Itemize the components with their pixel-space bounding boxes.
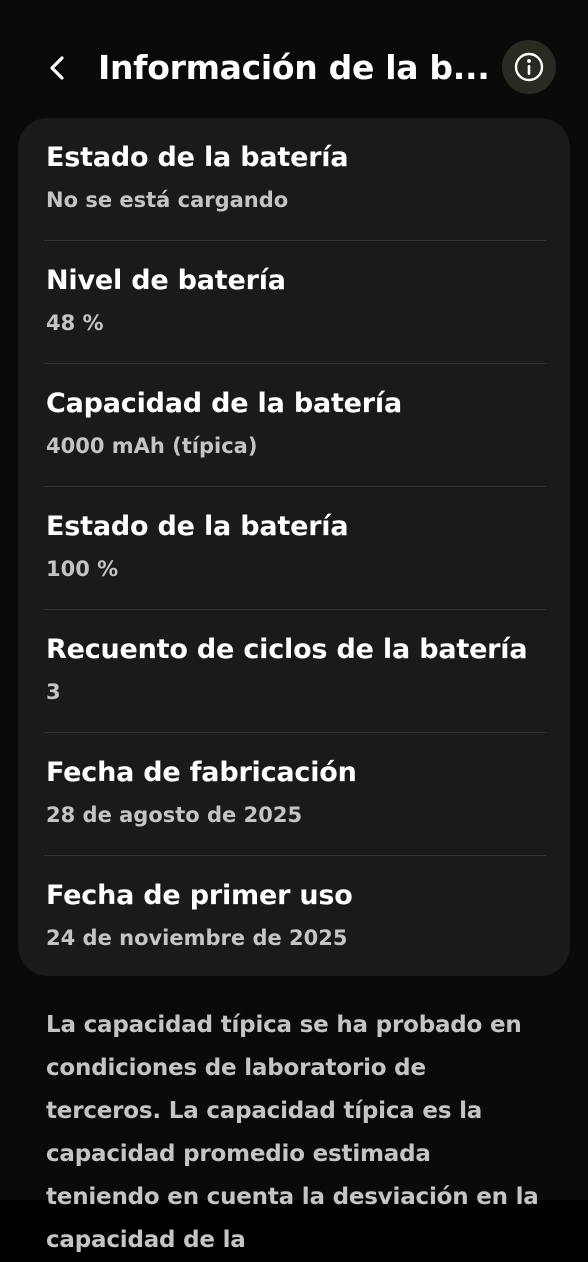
row-title: Capacidad de la batería [46, 388, 402, 419]
first-use-date-row[interactable]: Fecha de primer uso 24 de noviembre de 2… [18, 856, 570, 976]
row-title: Fecha de fabricación [46, 757, 357, 788]
row-value: 48 % [46, 311, 104, 335]
row-title: Estado de la batería [46, 511, 349, 542]
battery-health-row[interactable]: Estado de la batería 100 % [18, 487, 570, 610]
row-title: Estado de la batería [46, 142, 349, 173]
row-title: Nivel de batería [46, 265, 286, 296]
app-header: Información de la b... [0, 0, 588, 134]
row-value: 3 [46, 680, 61, 704]
info-circle-icon [514, 52, 544, 82]
row-title: Fecha de primer uso [46, 880, 353, 911]
battery-capacity-row[interactable]: Capacidad de la batería 4000 mAh (típica… [18, 364, 570, 487]
battery-level-row[interactable]: Nivel de batería 48 % [18, 241, 570, 364]
cycle-count-row[interactable]: Recuento de ciclos de la batería 3 [18, 610, 570, 733]
battery-status-row[interactable]: Estado de la batería No se está cargando [18, 118, 570, 241]
page-title: Información de la b... [98, 48, 490, 87]
capacity-footnote: La capacidad típica se ha probado en con… [46, 1012, 539, 1253]
row-value: 100 % [46, 557, 119, 581]
battery-info-card: Estado de la batería No se está cargando… [18, 118, 570, 976]
row-value: 28 de agosto de 2025 [46, 803, 303, 827]
info-button[interactable] [502, 40, 556, 94]
row-title: Recuento de ciclos de la batería [46, 634, 528, 665]
row-value: 4000 mAh (típica) [46, 434, 258, 458]
back-button[interactable] [34, 44, 82, 92]
manufacture-date-row[interactable]: Fecha de fabricación 28 de agosto de 202… [18, 733, 570, 856]
row-value: No se está cargando [46, 188, 289, 212]
chevron-left-icon [50, 56, 64, 80]
row-value: 24 de noviembre de 2025 [46, 926, 348, 950]
